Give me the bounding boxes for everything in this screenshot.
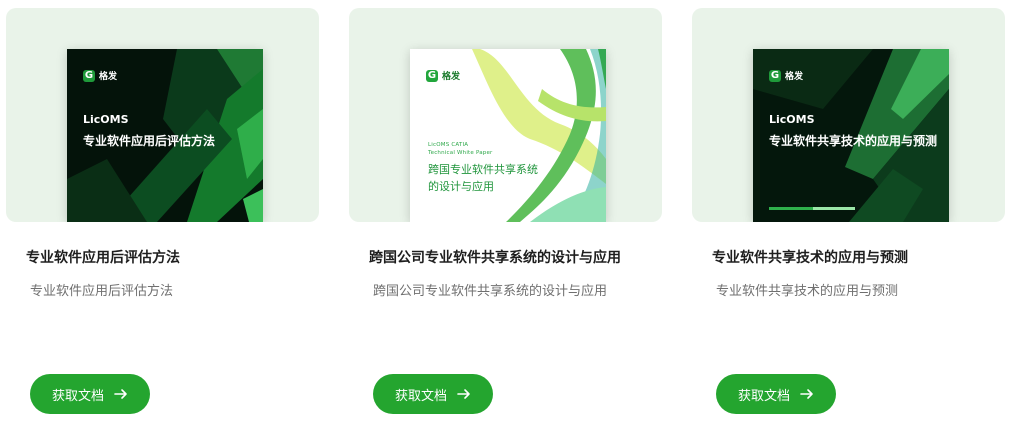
card-description: 专业软件应用后评估方法 bbox=[30, 284, 174, 299]
logo-text: 格发 bbox=[785, 72, 804, 82]
logo-mark-icon: G bbox=[769, 69, 781, 82]
card-thumbnail[interactable]: G 格发 LicOMS 专业软件应用后评估方法 bbox=[6, 8, 319, 222]
card-description: 跨国公司专业软件共享系统的设计与应用 bbox=[373, 284, 608, 299]
document-cover: G 格发 LicOMS CATIA Technical White Paper … bbox=[410, 49, 606, 222]
arrow-right-icon bbox=[800, 389, 813, 399]
cover-brand: LicOMS bbox=[769, 113, 815, 126]
logo-text: 格发 bbox=[99, 72, 118, 82]
document-cover: G 格发 LicOMS 专业软件共享技术的应用与预测 bbox=[753, 49, 949, 222]
button-label: 获取文档 bbox=[51, 388, 104, 404]
document-card: G 格发 LicOMS CATIA Technical White Paper … bbox=[349, 8, 662, 438]
get-document-button[interactable]: 获取文档 bbox=[716, 374, 836, 414]
get-document-button[interactable]: 获取文档 bbox=[30, 374, 150, 414]
document-card: G 格发 LicOMS 专业软件共享技术的应用与预测 专业软件共享技术的应用与预… bbox=[692, 8, 1005, 438]
card-title[interactable]: 跨国公司专业软件共享系统的设计与应用 bbox=[369, 247, 659, 267]
card-thumbnail[interactable]: G 格发 LicOMS 专业软件共享技术的应用与预测 bbox=[692, 8, 1005, 222]
cover-title: 跨国专业软件共享系统的设计与应用 bbox=[428, 163, 538, 193]
card-title[interactable]: 专业软件共享技术的应用与预测 bbox=[712, 247, 1002, 267]
brand-logo: G 格发 bbox=[769, 69, 803, 82]
document-cover: G 格发 LicOMS 专业软件应用后评估方法 bbox=[67, 49, 263, 222]
get-document-button[interactable]: 获取文档 bbox=[373, 374, 493, 414]
logo-text: 格发 bbox=[442, 72, 461, 82]
cover-subtitle: Technical White Paper bbox=[428, 150, 493, 156]
card-thumbnail[interactable]: G 格发 LicOMS CATIA Technical White Paper … bbox=[349, 8, 662, 222]
card-title[interactable]: 专业软件应用后评估方法 bbox=[26, 247, 316, 267]
arrow-right-icon bbox=[114, 389, 127, 399]
logo-mark-icon: G bbox=[426, 69, 438, 82]
cover-brand: LicOMS CATIA bbox=[428, 142, 469, 148]
document-card: G 格发 LicOMS 专业软件应用后评估方法 专业软件应用后评估方法 专业软件… bbox=[6, 8, 319, 438]
button-label: 获取文档 bbox=[737, 388, 790, 404]
cover-brand: LicOMS bbox=[83, 113, 129, 126]
arrow-right-icon bbox=[457, 389, 470, 399]
brand-logo: G 格发 bbox=[83, 69, 117, 82]
cover-title: 专业软件应用后评估方法 bbox=[83, 134, 216, 148]
logo-mark-icon: G bbox=[83, 69, 95, 82]
button-label: 获取文档 bbox=[394, 388, 447, 404]
brand-logo: G 格发 bbox=[426, 69, 460, 82]
cover-title: 专业软件共享技术的应用与预测 bbox=[769, 134, 938, 148]
card-description: 专业软件共享技术的应用与预测 bbox=[716, 284, 899, 299]
